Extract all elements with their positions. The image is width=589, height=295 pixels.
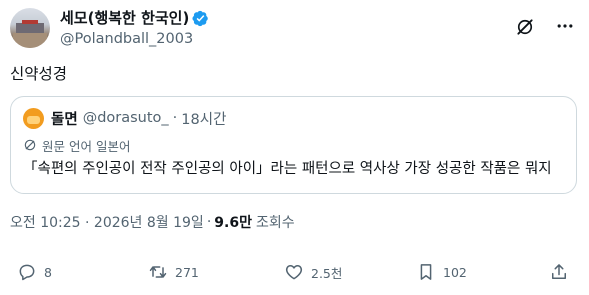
action-bar: 8 271 2.5천 102 [0, 260, 589, 284]
bookmark-icon [420, 264, 432, 280]
more-options-icon[interactable] [555, 16, 575, 36]
retweet-count: 271 [175, 264, 199, 280]
bookmark-count: 102 [443, 264, 467, 280]
verified-badge-icon [192, 10, 209, 27]
meta-separator: · [206, 214, 212, 230]
view-count: 9.6만 [214, 215, 252, 231]
translation-notice: 원문 언어 일본어 [23, 137, 131, 154]
quoted-tweet[interactable]: 돌면 @dorasuto_ · 18시간 원문 언어 일본어 「속편의 주인공이… [10, 96, 577, 194]
tweet-text: 신약성경 [10, 65, 68, 83]
timestamp[interactable]: 오전 10:25 · 2026년 8월 19일 [10, 212, 204, 232]
avatar[interactable] [10, 8, 50, 48]
quote-time: 18시간 [181, 111, 227, 128]
retweet-icon [149, 266, 167, 278]
reply-button[interactable]: 8 [17, 260, 52, 284]
quote-display-name: 돌면 [51, 111, 78, 128]
quote-text: 「속편의 주인공이 전작 주인공의 아이」라는 패턴으로 역사상 가장 성공한 … [23, 161, 552, 177]
quote-handle: @dorasuto_ [82, 110, 169, 126]
display-name[interactable]: 세모(행복한 한국인) [60, 9, 189, 28]
author-block: 세모(행복한 한국인) @Polandball_2003 [60, 9, 209, 49]
share-button[interactable] [549, 260, 569, 284]
translate-icon [24, 139, 36, 151]
like-count: 2.5천 [311, 265, 343, 281]
handle[interactable]: @Polandball_2003 [60, 30, 209, 49]
share-icon [552, 264, 566, 279]
display-name-row: 세모(행복한 한국인) [60, 9, 209, 28]
reply-count: 8 [44, 264, 52, 280]
quote-separator: · [172, 110, 178, 126]
tweet-header: 세모(행복한 한국인) @Polandball_2003 [10, 8, 579, 48]
translation-label: 원문 언어 일본어 [42, 138, 131, 154]
quote-header: 돌면 @dorasuto_ · 18시간 [23, 107, 227, 129]
quote-avatar [23, 107, 44, 129]
heart-icon [285, 265, 303, 280]
reply-icon [19, 264, 35, 281]
view-count-label: 조회수 [255, 215, 295, 231]
bookmark-button[interactable]: 102 [416, 260, 467, 284]
retweet-button[interactable]: 271 [148, 260, 199, 284]
grok-icon[interactable] [515, 17, 535, 37]
like-button[interactable]: 2.5천 [284, 260, 342, 284]
tweet-meta: 오전 10:25 · 2026년 8월 19일 · 9.6만 조회수 [10, 212, 295, 232]
